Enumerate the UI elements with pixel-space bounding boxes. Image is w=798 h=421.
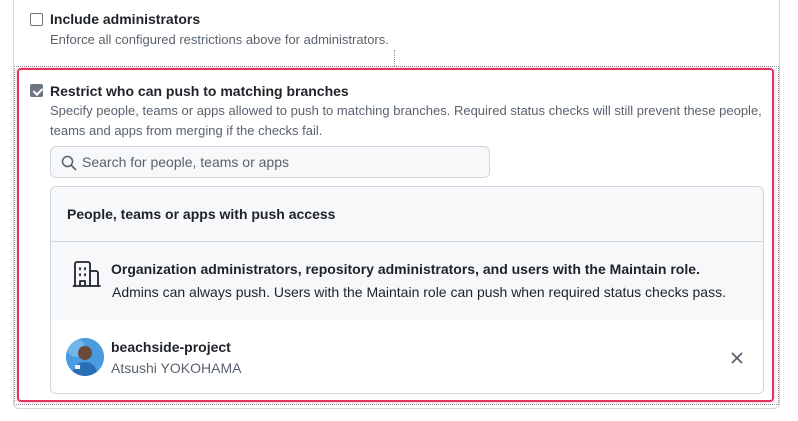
include-administrators-label: Include administrators — [50, 11, 201, 27]
push-access-header-title: People, teams or apps with push access — [67, 206, 336, 222]
restrict-push-description-line-1: Specify people, teams or apps allowed to… — [50, 103, 762, 118]
user-login: beachside-project — [111, 339, 231, 355]
restrict-push-label: Restrict who can push to matching branch… — [50, 83, 349, 99]
search-field[interactable] — [50, 146, 490, 178]
org-roles-title: Organization administrators, repository … — [111, 261, 700, 277]
avatar — [66, 338, 104, 376]
close-icon[interactable] — [729, 350, 745, 366]
organization-icon — [72, 259, 102, 294]
push-access-header: People, teams or apps with push access — [51, 187, 763, 242]
include-administrators-checkbox[interactable] — [30, 13, 43, 26]
org-roles-description: Admins can always push. Users with the M… — [112, 284, 726, 300]
restrict-push-description: Specify people, teams or apps allowed to… — [50, 101, 765, 141]
divider — [394, 50, 395, 66]
include-administrators-description: Enforce all configured restrictions abov… — [50, 32, 389, 47]
org-roles-entry: Organization administrators, repository … — [51, 242, 763, 320]
push-access-panel: People, teams or apps with push access O… — [50, 186, 764, 394]
search-input[interactable] — [82, 147, 482, 177]
search-icon — [61, 155, 77, 176]
list-item: beachside-project Atsushi YOKOHAMA — [51, 320, 763, 393]
restrict-push-checkbox[interactable] — [30, 84, 43, 97]
user-full-name: Atsushi YOKOHAMA — [111, 360, 242, 376]
restrict-push-description-line-2: teams and apps from merging if the check… — [50, 123, 323, 138]
